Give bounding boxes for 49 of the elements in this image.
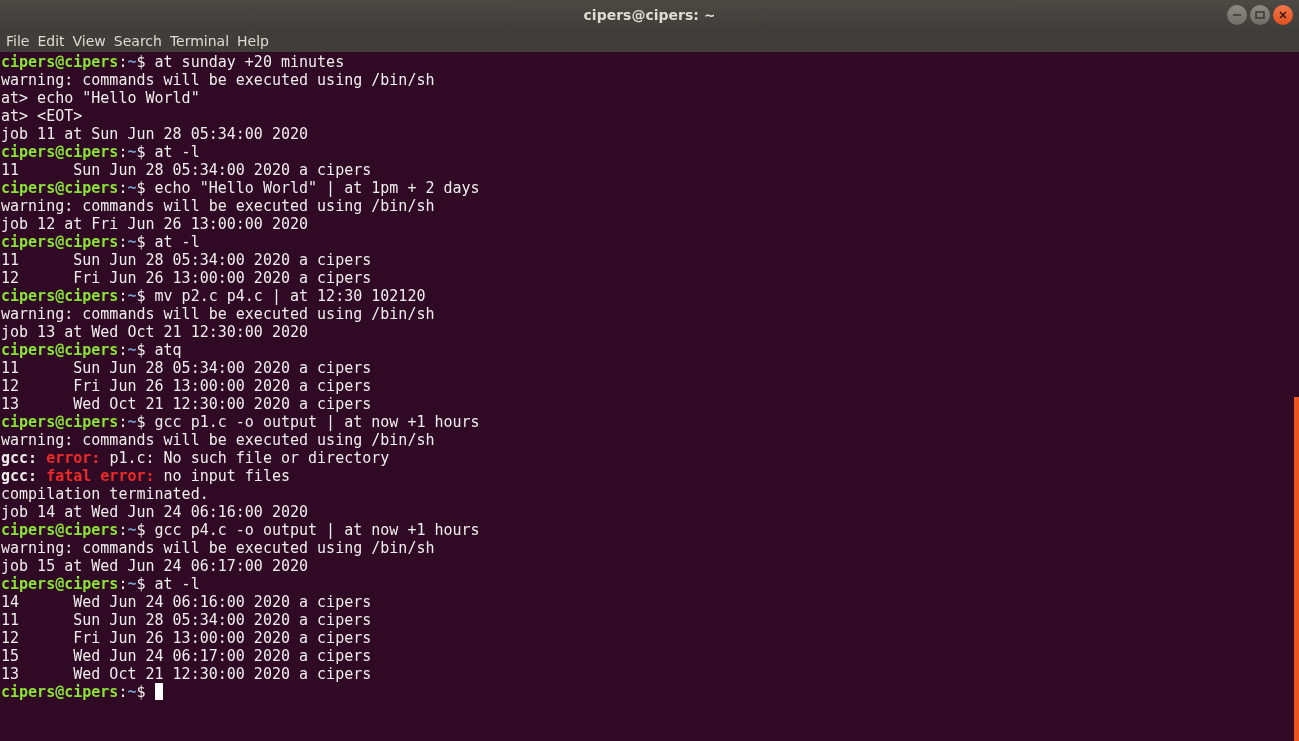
terminal-line: warning: commands will be executed using /bin/sh <box>1 71 435 89</box>
menu-item[interactable]: Terminal <box>169 33 235 49</box>
terminal-line: cipers@cipers:~$ at -l <box>1 143 200 161</box>
terminal-line: job 15 at Wed Jun 24 06:17:00 2020 <box>1 557 309 575</box>
terminal-line: 11 Sun Jun 28 05:34:00 2020 a cipers <box>1 251 372 269</box>
terminal-line: at> <EOT> <box>1 107 83 125</box>
terminal-line: cipers@cipers:~$ at -l <box>1 233 200 251</box>
terminal-line: gcc: error: p1.c: No such file or directory <box>1 449 390 467</box>
terminal-line: 11 Sun Jun 28 05:34:00 2020 a cipers <box>1 359 372 377</box>
close-icon <box>1278 10 1288 20</box>
terminal-line: 14 Wed Jun 24 06:16:00 2020 a cipers <box>1 593 372 611</box>
terminal-line: 11 Sun Jun 28 05:34:00 2020 a cipers <box>1 611 372 629</box>
terminal-line: warning: commands will be executed using /bin/sh <box>1 539 435 557</box>
scrollbar-thumb[interactable] <box>1294 397 1299 741</box>
terminal-line: 15 Wed Jun 24 06:17:00 2020 a cipers <box>1 647 372 665</box>
menu-item[interactable]: Help <box>237 33 274 49</box>
terminal-line: cipers@cipers:~$ at -l <box>1 575 200 593</box>
minimize-button[interactable] <box>1227 5 1247 25</box>
menu-item[interactable]: View <box>72 33 111 49</box>
maximize-button[interactable] <box>1250 5 1270 25</box>
terminal-line: job 11 at Sun Jun 28 05:34:00 2020 <box>1 125 309 143</box>
terminal-line: 12 Fri Jun 26 13:00:00 2020 a cipers <box>1 269 372 287</box>
terminal-line: 12 Fri Jun 26 13:00:00 2020 a cipers <box>1 377 372 395</box>
menu-item[interactable]: Search <box>113 33 167 49</box>
terminal-line: at> echo "Hello World" <box>1 89 200 107</box>
terminal-line: warning: commands will be executed using /bin/sh <box>1 197 435 215</box>
menu-item[interactable]: Edit <box>37 33 70 49</box>
terminal-line: job 14 at Wed Jun 24 06:16:00 2020 <box>1 503 309 521</box>
terminal-line: 13 Wed Oct 21 12:30:00 2020 a cipers <box>1 665 372 683</box>
terminal-line: warning: commands will be executed using /bin/sh <box>1 305 435 323</box>
terminal-line: cipers@cipers:~$ at sunday +20 minutes <box>1 53 345 71</box>
terminal-line: job 13 at Wed Oct 21 12:30:00 2020 <box>1 323 309 341</box>
maximize-icon <box>1255 10 1265 20</box>
window-title: cipers@cipers: ~ <box>583 7 716 23</box>
terminal-line: cipers@cipers:~$ echo "Hello World" | at 1pm + 2 days <box>1 179 480 197</box>
terminal-line: job 12 at Fri Jun 26 13:00:00 2020 <box>1 215 309 233</box>
terminal-line: 12 Fri Jun 26 13:00:00 2020 a cipers <box>1 629 372 647</box>
terminal-line: warning: commands will be executed using /bin/sh <box>1 431 435 449</box>
terminal-line: 13 Wed Oct 21 12:30:00 2020 a cipers <box>1 395 372 413</box>
close-button[interactable] <box>1273 5 1293 25</box>
terminal-line: gcc: fatal error: no input files <box>1 467 290 485</box>
terminal-line: cipers@cipers:~$ mv p2.c p4.c | at 12:30 102120 <box>1 287 426 305</box>
terminal-line: 11 Sun Jun 28 05:34:00 2020 a cipers <box>1 161 372 179</box>
terminal-line: cipers@cipers:~$ <box>1 683 147 701</box>
terminal-line: compilation terminated. <box>1 485 209 503</box>
terminal-line: cipers@cipers:~$ gcc p1.c -o output | at now +1 hours <box>1 413 480 431</box>
terminal-line: cipers@cipers:~$ gcc p4.c -o output | at now +1 hours <box>1 521 480 539</box>
menu-item[interactable]: File <box>6 33 35 49</box>
terminal-line: cipers@cipers:~$ atq <box>1 341 182 359</box>
